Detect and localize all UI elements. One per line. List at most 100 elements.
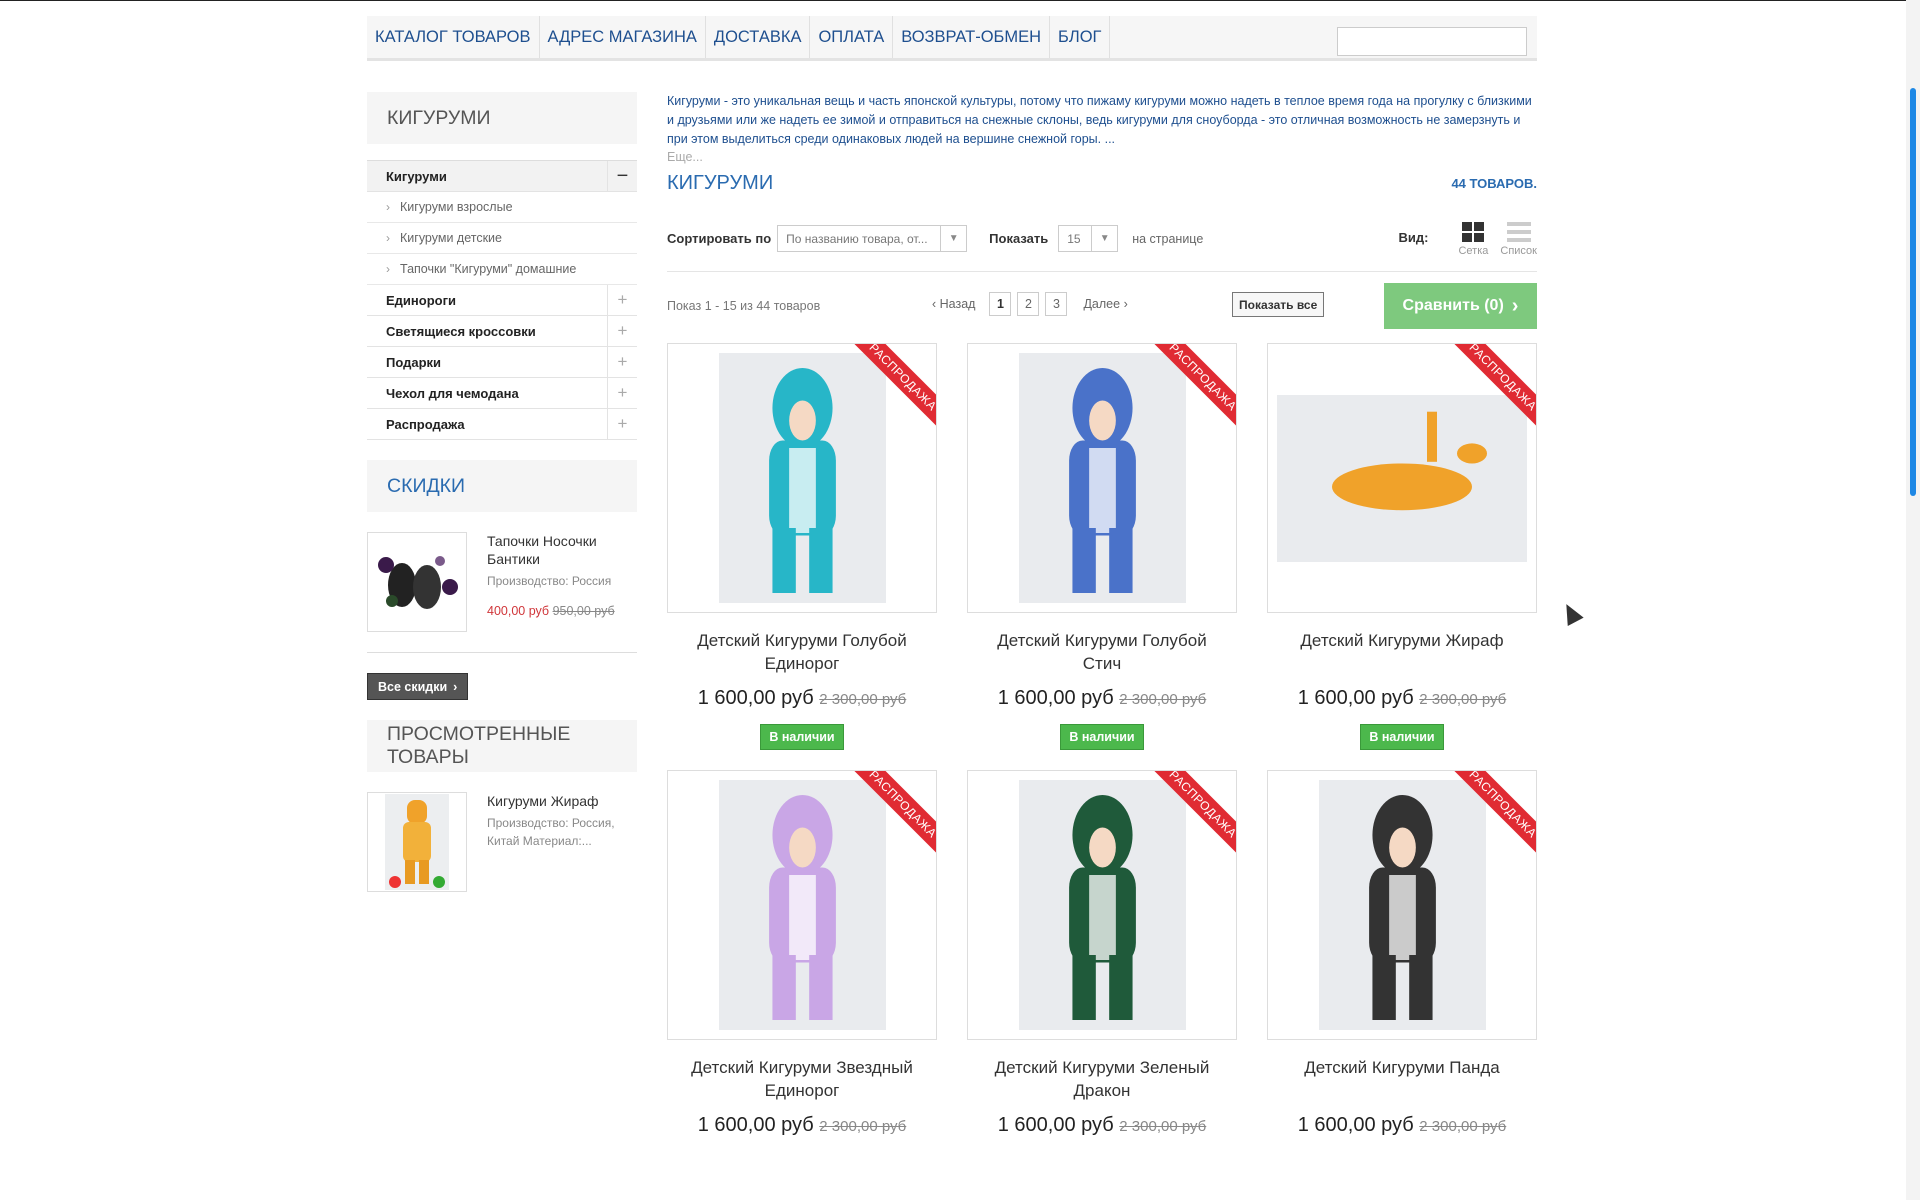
per-page-value: 15 bbox=[1067, 231, 1081, 246]
discount-item-meta: Производство: Россия bbox=[487, 574, 612, 588]
in-stock-badge: В наличии bbox=[1060, 724, 1144, 750]
product-price: 1 600,00 руб bbox=[697, 1114, 814, 1136]
product-name[interactable]: Детский Кигуруми Зеленый Дракон bbox=[967, 1056, 1237, 1102]
product-name[interactable]: Детский Кигуруми Звездный Единорог bbox=[667, 1056, 937, 1102]
view-list-label: Список bbox=[1500, 245, 1537, 257]
product-price: 1 600,00 руб bbox=[1297, 1114, 1414, 1136]
category-unicorns[interactable]: Единороги + bbox=[367, 285, 637, 316]
view-grid-button[interactable]: Сетка bbox=[1458, 222, 1488, 257]
product-photo bbox=[1018, 780, 1186, 1030]
sort-select[interactable]: По названию товара, от... ▼ bbox=[777, 225, 968, 252]
page-1[interactable]: 1 bbox=[989, 292, 1012, 316]
shown-count-text: Показ 1 - 15 из 44 товаров bbox=[667, 299, 821, 313]
read-more-link[interactable]: Еще... bbox=[667, 150, 1537, 164]
category-kigurumi[interactable]: Кигуруми − bbox=[367, 161, 637, 192]
nav-return[interactable]: ВОЗВРАТ-ОБМЕН bbox=[893, 16, 1051, 58]
product-photo bbox=[1318, 780, 1486, 1030]
main-content: Кигуруми - это уникальная вещь и часть я… bbox=[667, 92, 1537, 1137]
view-list-button[interactable]: Список bbox=[1500, 222, 1537, 257]
subcategory-label: Кигуруми детские bbox=[400, 231, 502, 245]
view-switcher: Вид: Сетка Список bbox=[1399, 222, 1537, 257]
product-card: РАСПРОДАЖА Детский Кигуруми Жираф 1 600,… bbox=[1267, 343, 1537, 750]
product-name[interactable]: Детский Кигуруми Голубой Единорог bbox=[667, 629, 937, 675]
product-old-price: 2 300,00 руб bbox=[819, 691, 907, 708]
dropdown-arrow-icon: ▼ bbox=[940, 226, 966, 251]
nav-store-address[interactable]: АДРЕС МАГАЗИНА bbox=[540, 16, 706, 58]
viewed-item-image[interactable] bbox=[367, 792, 467, 892]
page-title: КИГУРУМИ bbox=[667, 172, 774, 194]
product-count: 44 ТОВАРОВ. bbox=[1451, 176, 1537, 191]
all-discounts-button[interactable]: Все скидки › bbox=[367, 673, 469, 700]
expand-icon[interactable]: + bbox=[607, 316, 637, 346]
product-image[interactable]: РАСПРОДАЖА bbox=[1267, 343, 1537, 613]
category-header: КИГУРУМИ 44 ТОВАРОВ. bbox=[667, 172, 1537, 195]
product-name[interactable]: Детский Кигуруми Жираф bbox=[1267, 629, 1537, 675]
product-image[interactable]: РАСПРОДАЖА bbox=[1267, 770, 1537, 1040]
category-sale[interactable]: Распродажа + bbox=[367, 409, 637, 440]
viewed-item-name[interactable]: Кигуруми Жираф bbox=[487, 792, 637, 810]
nav-catalog[interactable]: КАТАЛОГ ТОВАРОВ bbox=[367, 16, 540, 58]
page-2[interactable]: 2 bbox=[1017, 292, 1040, 316]
product-old-price: 2 300,00 руб bbox=[819, 1118, 907, 1135]
product-image[interactable]: РАСПРОДАЖА bbox=[667, 343, 937, 613]
product-image[interactable]: РАСПРОДАЖА bbox=[967, 770, 1237, 1040]
product-price: 1 600,00 руб bbox=[997, 1114, 1114, 1136]
product-price-block: 1 600,00 руб 2 300,00 руб bbox=[1267, 1114, 1537, 1137]
product-card: РАСПРОДАЖА Детский Кигуруми Панда 1 600,… bbox=[1267, 770, 1537, 1137]
chevron-right-icon: › bbox=[386, 262, 390, 276]
product-price-block: 1 600,00 руб 2 300,00 руб bbox=[667, 1114, 937, 1137]
show-all-button[interactable]: Показать все bbox=[1232, 292, 1325, 317]
category-light-sneakers[interactable]: Светящиеся кроссовки + bbox=[367, 316, 637, 347]
search-input[interactable] bbox=[1337, 27, 1527, 56]
view-grid-label: Сетка bbox=[1458, 245, 1489, 257]
product-image[interactable]: РАСПРОДАЖА bbox=[667, 770, 937, 1040]
viewed-title: ПРОСМОТРЕННЫЕ ТОВАРЫ bbox=[367, 720, 637, 772]
expand-icon[interactable]: + bbox=[607, 347, 637, 377]
per-page-text: на странице bbox=[1132, 231, 1204, 246]
nav-payment[interactable]: ОПЛАТА bbox=[810, 16, 894, 58]
category-label: Единороги bbox=[386, 292, 456, 308]
product-name[interactable]: Детский Кигуруми Панда bbox=[1267, 1056, 1537, 1102]
view-label: Вид: bbox=[1398, 230, 1429, 245]
subcategory-slippers[interactable]: › Тапочки "Кигуруми" домашние bbox=[367, 254, 637, 285]
category-suitcase-cover[interactable]: Чехол для чемодана + bbox=[367, 378, 637, 409]
scrollbar-thumb[interactable] bbox=[1910, 88, 1916, 496]
nav-blog[interactable]: БЛОГ bbox=[1050, 16, 1111, 58]
product-image[interactable]: РАСПРОДАЖА bbox=[967, 343, 1237, 613]
collapse-icon[interactable]: − bbox=[607, 161, 637, 191]
category-gifts[interactable]: Подарки + bbox=[367, 347, 637, 378]
page-3[interactable]: 3 bbox=[1045, 292, 1068, 316]
product-card: РАСПРОДАЖА Детский Кигуруми Голубой Стич… bbox=[967, 343, 1237, 750]
discounts-title: СКИДКИ bbox=[367, 460, 637, 512]
category-tree: Кигуруми − › Кигуруми взрослые › Кигуруми … bbox=[367, 160, 637, 440]
subcategory-kids[interactable]: › Кигуруми детские bbox=[367, 223, 637, 254]
in-stock-badge: В наличии bbox=[1360, 724, 1444, 750]
subcategory-adult[interactable]: › Кигуруми взрослые bbox=[367, 192, 637, 223]
product-price-block: 1 600,00 руб 2 300,00 руб bbox=[967, 687, 1237, 710]
discount-item: Тапочки Носочки Бантики Производство: Ро… bbox=[367, 532, 637, 632]
product-name[interactable]: Детский Кигуруми Голубой Стич bbox=[967, 629, 1237, 675]
product-price: 1 600,00 руб bbox=[697, 687, 814, 709]
scrollbar[interactable] bbox=[1906, 0, 1920, 1200]
expand-icon[interactable]: + bbox=[607, 378, 637, 408]
product-photo bbox=[1277, 394, 1527, 562]
per-page-select[interactable]: 15 ▼ bbox=[1058, 225, 1119, 252]
discount-item-image[interactable] bbox=[367, 532, 467, 632]
category-label: Подарки bbox=[386, 354, 442, 370]
dropdown-arrow-icon: ▼ bbox=[1091, 226, 1117, 251]
expand-icon[interactable]: + bbox=[607, 409, 637, 439]
sort-bar: Сортировать по По названию товара, от...… bbox=[667, 220, 1537, 272]
compare-button[interactable]: Сравнить (0) › bbox=[1384, 283, 1537, 329]
discount-item-name[interactable]: Тапочки Носочки Бантики bbox=[487, 532, 637, 568]
sort-label: Сортировать по bbox=[667, 231, 772, 246]
product-price-block: 1 600,00 руб 2 300,00 руб bbox=[967, 1114, 1237, 1137]
pagination: ‹ Назад 1 2 3 Далее › bbox=[932, 292, 1142, 316]
category-label: Светящиеся кроссовки bbox=[386, 323, 536, 339]
expand-icon[interactable]: + bbox=[607, 285, 637, 315]
chevron-right-icon: › bbox=[453, 679, 458, 694]
prev-page-link[interactable]: ‹ Назад bbox=[932, 297, 975, 311]
product-photo bbox=[1018, 353, 1186, 603]
next-label: Далее bbox=[1083, 297, 1121, 311]
nav-delivery[interactable]: ДОСТАВКА bbox=[706, 16, 811, 58]
next-page-link[interactable]: Далее › bbox=[1083, 297, 1127, 311]
